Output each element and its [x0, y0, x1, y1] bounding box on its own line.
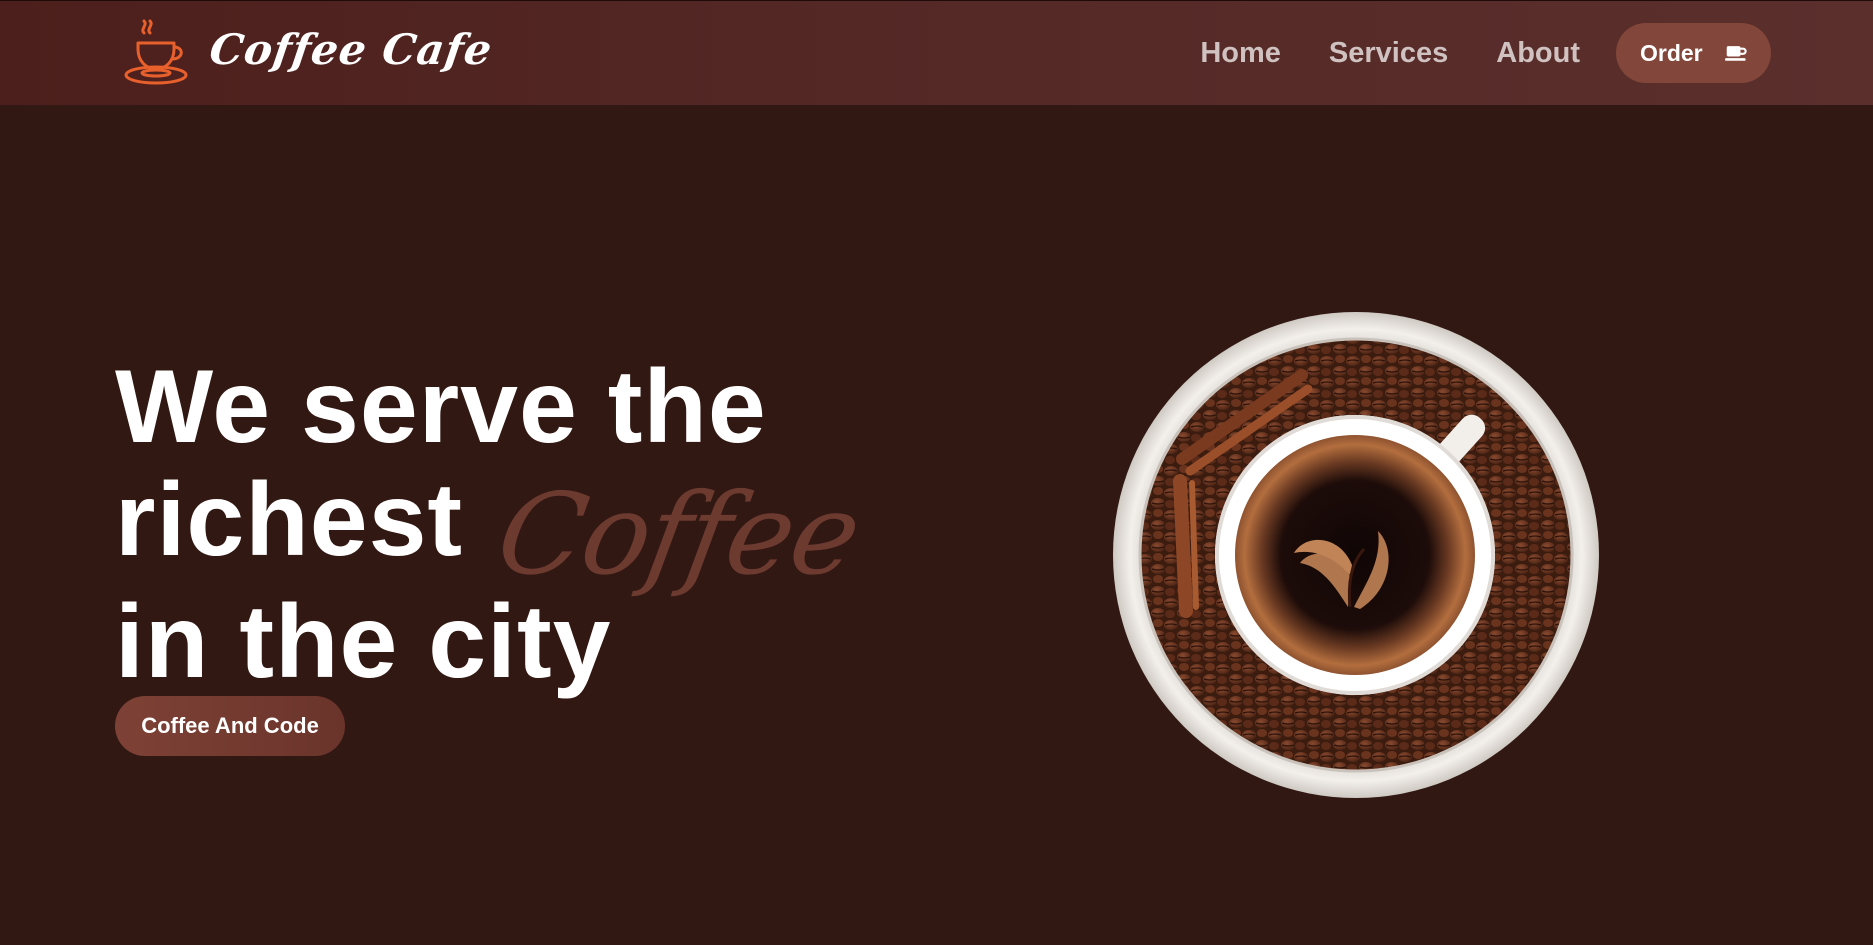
hero-line-3: in the city: [115, 584, 612, 700]
logo[interactable]: Coffee Cafe: [122, 17, 496, 87]
header: Coffee Cafe Home Services About Order: [0, 0, 1873, 105]
hero-line-2: richest Coffee: [115, 462, 868, 600]
nav-home[interactable]: Home: [1200, 37, 1281, 70]
nav-services[interactable]: Services: [1329, 37, 1448, 70]
hero-title: We serve the richest Coffee in the city: [115, 349, 868, 700]
nav-about[interactable]: About: [1496, 37, 1580, 70]
hero-accent-word: Coffee: [488, 470, 868, 600]
coffee-and-code-button[interactable]: Coffee And Code: [115, 696, 345, 756]
coffee-cup-image: [1113, 312, 1599, 798]
coffee-cup-icon: [1724, 46, 1747, 61]
page: Coffee Cafe Home Services About Order We…: [0, 0, 1873, 945]
main-nav: Home Services About Order: [1200, 23, 1771, 83]
order-label: Order: [1640, 39, 1703, 66]
coffee-cup-icon: [124, 19, 188, 85]
brand-name: Coffee Cafe: [206, 24, 496, 74]
order-button[interactable]: Order: [1616, 23, 1771, 83]
hero-line-1: We serve the: [115, 349, 767, 465]
hero-line-2-text: richest: [115, 462, 464, 578]
